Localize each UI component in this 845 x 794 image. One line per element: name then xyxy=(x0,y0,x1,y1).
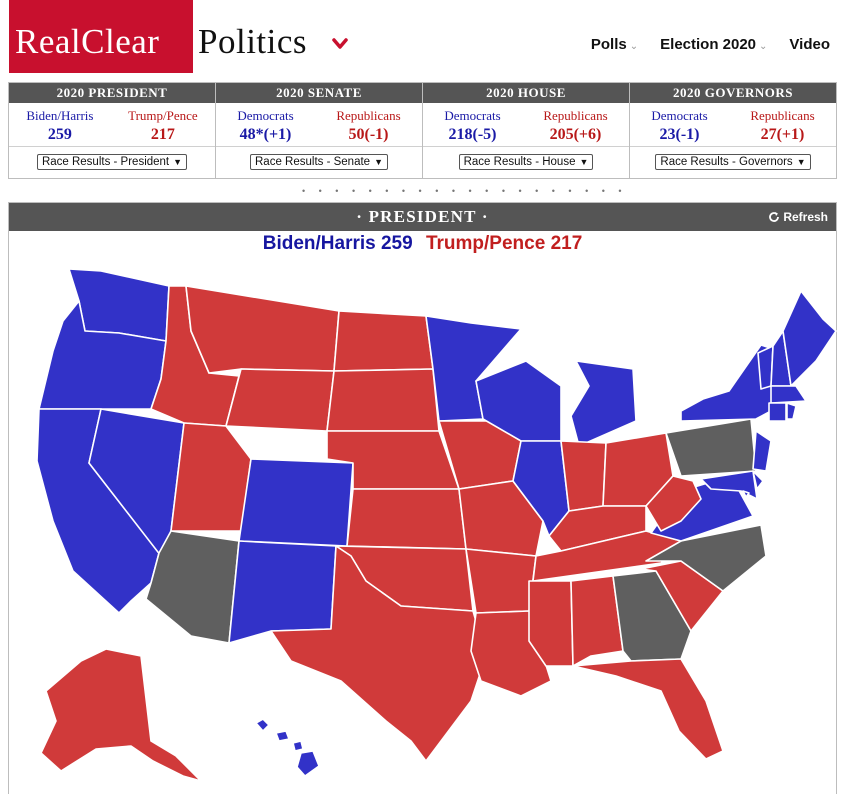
refresh-label: Refresh xyxy=(783,210,828,224)
dem-result: Democrats 23(-1) xyxy=(651,108,707,146)
nav-election-2020[interactable]: Election 2020 ⌄ xyxy=(660,36,767,53)
rep-value: 50(-1) xyxy=(348,126,389,143)
dem-label: Biden/Harris xyxy=(26,108,94,123)
select-value: Race Results - Senate xyxy=(255,156,371,168)
rep-value: 27(+1) xyxy=(760,126,805,143)
chevron-down-icon: ▼ xyxy=(173,157,183,167)
panel-header: · PRESIDENT · Refresh xyxy=(9,203,836,231)
state-ar[interactable] xyxy=(465,548,537,614)
results-governors: 2020 GOVERNORS Democrats 23(-1) Republic… xyxy=(630,83,836,178)
dem-value: 218(-5) xyxy=(448,126,497,143)
state-ks[interactable] xyxy=(346,488,467,550)
rep-label: Republicans xyxy=(336,108,401,123)
state-ct[interactable] xyxy=(768,402,787,422)
state-mt[interactable] xyxy=(185,285,340,374)
biden-tally: Biden/Harris 259 xyxy=(262,233,413,254)
rep-label: Republicans xyxy=(750,108,815,123)
race-results-select[interactable]: Race Results - Governors ▼ xyxy=(655,154,811,170)
rep-value: 217 xyxy=(150,126,175,143)
nav-video[interactable]: Video xyxy=(789,36,830,53)
state-mi[interactable] xyxy=(570,360,637,447)
rep-value: 205(+6) xyxy=(549,126,602,143)
rep-result: Trump/Pence 217 xyxy=(128,108,198,146)
state-nd[interactable] xyxy=(333,310,434,372)
rep-label: Republicans xyxy=(543,108,608,123)
nav-election-label: Election 2020 xyxy=(660,36,757,53)
state-ak[interactable] xyxy=(40,648,202,782)
chevron-down-icon: ⌄ xyxy=(759,40,768,52)
logo-realclear[interactable]: RealClear xyxy=(15,22,159,62)
panel-title: · PRESIDENT · xyxy=(356,207,489,226)
logo-politics[interactable]: Politics xyxy=(198,22,307,62)
results-house: 2020 HOUSE Democrats 218(-5) Republicans… xyxy=(423,83,630,178)
state-nj[interactable] xyxy=(752,430,772,472)
state-dc[interactable] xyxy=(742,490,750,498)
dem-value: 23(-1) xyxy=(659,126,700,143)
electoral-tally: Biden/Harris 259 Trump/Pence 217 xyxy=(9,233,836,255)
dem-result: Democrats 218(-5) xyxy=(444,108,500,146)
race-results-select[interactable]: Race Results - Senate ▼ xyxy=(250,154,388,170)
rep-result: Republicans 205(+6) xyxy=(543,108,607,146)
select-value: Race Results - Governors xyxy=(660,156,793,168)
results-bar: 2020 PRESIDENT Biden/Harris 259 Trump/Pe… xyxy=(8,82,837,179)
race-results-select[interactable]: Race Results - President ▼ xyxy=(36,154,188,170)
carousel-dots[interactable]: • • • • • • • • • • • • • • • • • • • • xyxy=(302,186,627,196)
dem-label: Democrats xyxy=(444,108,501,123)
state-nm[interactable] xyxy=(228,540,337,644)
chevron-down-icon: ▼ xyxy=(374,157,383,167)
nav-video-label: Video xyxy=(789,36,830,53)
chevron-down-icon[interactable] xyxy=(332,38,348,50)
state-sd[interactable] xyxy=(326,368,440,432)
results-title: 2020 GOVERNORS xyxy=(630,83,836,103)
site-header: RealClear Politics Polls ⌄ Election 2020… xyxy=(0,0,845,80)
rep-label: Trump/Pence xyxy=(128,108,198,123)
results-title: 2020 HOUSE xyxy=(423,83,629,103)
nav-polls-label: Polls xyxy=(590,36,627,53)
trump-tally: Trump/Pence 217 xyxy=(425,233,583,254)
chevron-down-icon: ▼ xyxy=(796,157,806,167)
results-president: 2020 PRESIDENT Biden/Harris 259 Trump/Pe… xyxy=(9,83,216,178)
select-value: Race Results - House xyxy=(463,156,576,168)
top-nav: Polls ⌄ Election 2020 ⌄ Video xyxy=(591,36,830,53)
results-senate: 2020 SENATE Democrats 48*(+1) Republican… xyxy=(216,83,423,178)
state-ma[interactable] xyxy=(770,385,807,404)
dem-value: 48*(+1) xyxy=(239,126,292,143)
nav-polls[interactable]: Polls ⌄ xyxy=(591,36,638,53)
rep-result: Republicans 27(+1) xyxy=(750,108,814,146)
dem-label: Democrats xyxy=(237,108,294,123)
state-ut[interactable] xyxy=(170,422,252,532)
dem-value: 259 xyxy=(47,126,72,143)
president-panel: · PRESIDENT · Refresh Biden/Harris 259 T… xyxy=(8,202,837,794)
results-title: 2020 SENATE xyxy=(216,83,422,103)
dem-result: Democrats 48*(+1) xyxy=(237,108,293,146)
chevron-down-icon: ⌄ xyxy=(629,40,639,52)
dem-label: Democrats xyxy=(651,108,708,123)
dem-result: Biden/Harris 259 xyxy=(26,108,93,146)
race-results-select[interactable]: Race Results - House ▼ xyxy=(458,154,594,170)
state-in[interactable] xyxy=(560,440,607,512)
state-pa[interactable] xyxy=(665,418,757,477)
state-fl[interactable] xyxy=(572,658,724,760)
rep-result: Republicans 50(-1) xyxy=(336,108,400,146)
chevron-down-icon: ▼ xyxy=(579,157,589,167)
refresh-button[interactable]: Refresh xyxy=(768,210,828,224)
us-electoral-map xyxy=(36,268,837,782)
state-me[interactable] xyxy=(782,290,837,387)
select-value: Race Results - President xyxy=(41,156,170,168)
state-co[interactable] xyxy=(238,458,354,547)
state-ri[interactable] xyxy=(786,402,797,420)
refresh-icon xyxy=(769,212,780,222)
state-hi[interactable] xyxy=(255,718,320,777)
results-title: 2020 PRESIDENT xyxy=(9,83,215,103)
state-wy[interactable] xyxy=(225,368,335,432)
